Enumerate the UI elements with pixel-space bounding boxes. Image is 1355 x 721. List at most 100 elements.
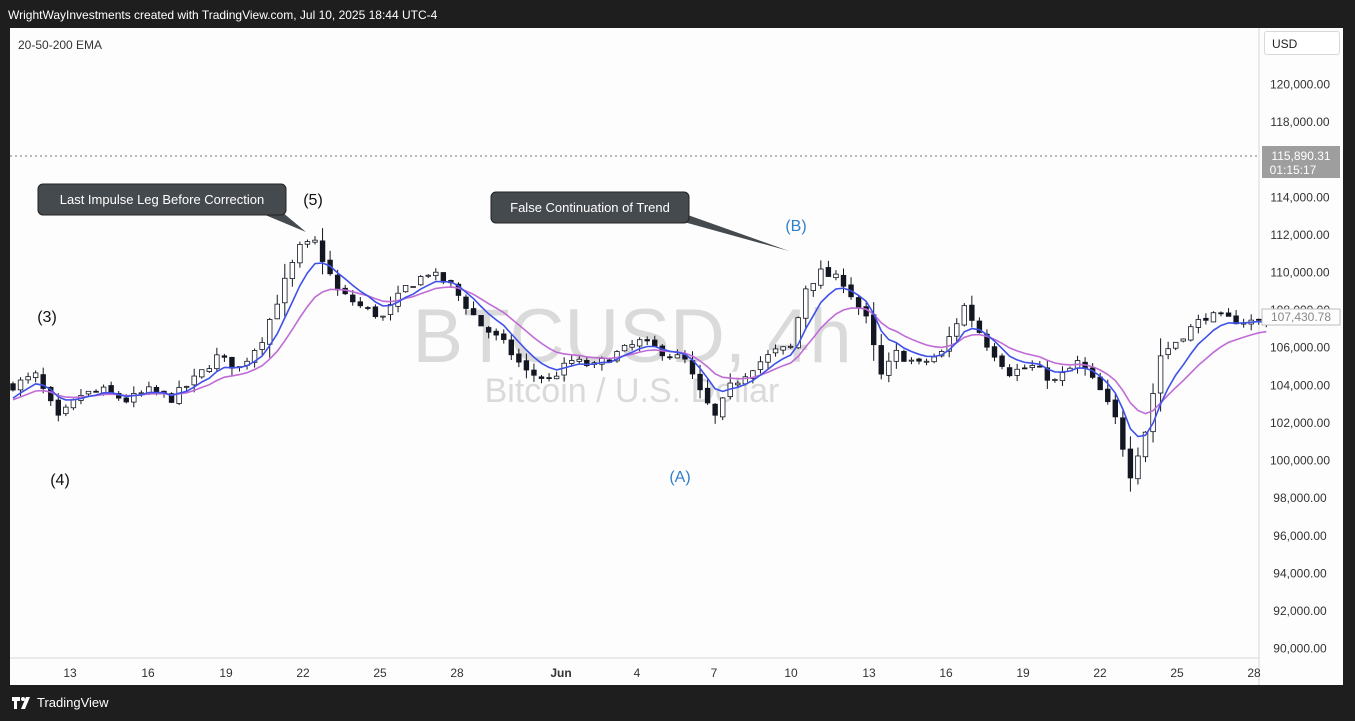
candle-body bbox=[825, 267, 832, 277]
candle-body bbox=[25, 376, 31, 381]
time-tick-label: 22 bbox=[296, 666, 310, 680]
time-tick-label: 13 bbox=[63, 666, 77, 680]
candle-body bbox=[810, 283, 816, 291]
time-tick-label: 10 bbox=[784, 666, 798, 680]
price-tick-label: 92,000.00 bbox=[1273, 604, 1327, 618]
candle-body bbox=[176, 387, 182, 404]
candle-body bbox=[629, 344, 635, 348]
candle-body bbox=[1256, 318, 1262, 321]
price-tick-label: 90,000.00 bbox=[1273, 642, 1327, 656]
candle-body bbox=[1097, 376, 1103, 391]
candle-body bbox=[523, 360, 530, 371]
candle-body bbox=[712, 403, 718, 416]
candle-body bbox=[1037, 365, 1043, 368]
time-tick-label: 16 bbox=[939, 666, 953, 680]
candle-body bbox=[1120, 417, 1126, 450]
candle-body bbox=[297, 244, 303, 264]
candle-body bbox=[1203, 317, 1209, 321]
candle-body bbox=[1165, 348, 1171, 356]
time-tick-label: 4 bbox=[634, 666, 641, 680]
candle-body bbox=[85, 390, 92, 395]
candle-body bbox=[855, 297, 862, 308]
candle-body bbox=[765, 354, 771, 363]
candle-body bbox=[266, 319, 273, 345]
candle-body bbox=[410, 286, 416, 288]
candle-body bbox=[674, 354, 681, 359]
candle-body bbox=[516, 353, 522, 363]
price-tick-label: 96,000.00 bbox=[1273, 529, 1327, 543]
wave-label-5: (5) bbox=[303, 192, 323, 209]
candle-body bbox=[380, 315, 386, 318]
watermark-name: Bitcoin / U.S. Dollar bbox=[485, 372, 780, 410]
candle-body bbox=[538, 376, 545, 379]
candle-body bbox=[485, 327, 492, 333]
candle-body bbox=[417, 276, 424, 286]
time-axis[interactable]: 13 16 19 22 25 28 Jun 4 7 10 13 16 19 22 25 28 bbox=[63, 666, 1261, 680]
candle-body bbox=[667, 356, 673, 359]
candle-body bbox=[1157, 355, 1164, 394]
current-price-value: 115,890.31 bbox=[1271, 149, 1330, 163]
candle-body bbox=[214, 354, 220, 370]
current-price-tag: 115,890.31 01:15:17 bbox=[1262, 146, 1340, 178]
candle-body bbox=[735, 382, 741, 386]
price-chart[interactable]: BTCUSD, 4h Bitcoin / U.S. Dollar 90,000.… bbox=[0, 0, 1355, 721]
candle-body bbox=[954, 323, 960, 337]
price-tick-label: 112,000.00 bbox=[1270, 228, 1329, 242]
candle-body bbox=[274, 303, 280, 320]
candle-body bbox=[493, 330, 499, 336]
candle-body bbox=[863, 306, 869, 317]
candle-body bbox=[1052, 379, 1058, 381]
candle-body bbox=[757, 361, 764, 370]
price-tick-label: 120,000.00 bbox=[1270, 77, 1330, 91]
candle-body bbox=[1127, 448, 1134, 479]
currency-button[interactable]: USD bbox=[1264, 31, 1340, 55]
candle-body bbox=[787, 345, 794, 348]
candle-body bbox=[961, 305, 967, 326]
candle-body bbox=[1225, 312, 1232, 317]
candle-body bbox=[1173, 341, 1179, 349]
candle-body bbox=[93, 390, 99, 393]
candle-body bbox=[1006, 367, 1013, 377]
candle-body bbox=[818, 268, 824, 286]
price-tick-label: 100,000.00 bbox=[1270, 454, 1330, 468]
candle-body bbox=[697, 373, 703, 391]
candle-body bbox=[221, 355, 228, 358]
wave-label-3: (3) bbox=[37, 309, 57, 326]
candle-body bbox=[621, 344, 628, 352]
candle-body bbox=[63, 406, 69, 415]
candle-body bbox=[1022, 367, 1028, 370]
indicator-legend[interactable]: 20-50-200 EMA bbox=[18, 38, 102, 52]
candle-body bbox=[478, 315, 484, 327]
candle-body bbox=[531, 369, 537, 376]
time-tick-label: 19 bbox=[219, 666, 233, 680]
bar-countdown: 01:15:17 bbox=[1270, 163, 1317, 177]
time-tick-label: 22 bbox=[1093, 666, 1107, 680]
candle-body bbox=[1029, 364, 1035, 368]
candle-body bbox=[704, 387, 711, 404]
candle-body bbox=[833, 273, 839, 279]
candle-body bbox=[206, 368, 212, 372]
candle-body bbox=[1195, 319, 1202, 328]
watermark-symbol: BTCUSD, 4h bbox=[412, 294, 851, 379]
candle-body bbox=[1112, 399, 1118, 418]
candle-body bbox=[720, 397, 726, 418]
callout-last-impulse: Last Impulse Leg Before Correction bbox=[37, 183, 306, 232]
time-tick-label: 28 bbox=[450, 666, 464, 680]
last-price-value: 107,430.78 bbox=[1271, 310, 1331, 324]
price-tick-label: 118,000.00 bbox=[1270, 115, 1329, 129]
footer-bar: TradingView bbox=[0, 686, 1355, 721]
candle-body bbox=[312, 239, 318, 243]
candle-body bbox=[546, 377, 552, 380]
time-tick-label: 25 bbox=[373, 666, 387, 680]
candle-body bbox=[433, 271, 439, 276]
candle-body bbox=[108, 385, 114, 393]
tradingview-logo[interactable]: TradingView bbox=[12, 695, 109, 710]
candle-body bbox=[1188, 326, 1194, 341]
candle-body bbox=[569, 360, 575, 364]
candle-body bbox=[191, 375, 197, 386]
price-tick-label: 110,000.00 bbox=[1270, 265, 1329, 279]
candle-body bbox=[652, 339, 658, 347]
last-price-tag: 107,430.78 bbox=[1261, 308, 1341, 326]
candle-body bbox=[999, 355, 1005, 367]
price-tick-label: 114,000.00 bbox=[1270, 190, 1329, 204]
